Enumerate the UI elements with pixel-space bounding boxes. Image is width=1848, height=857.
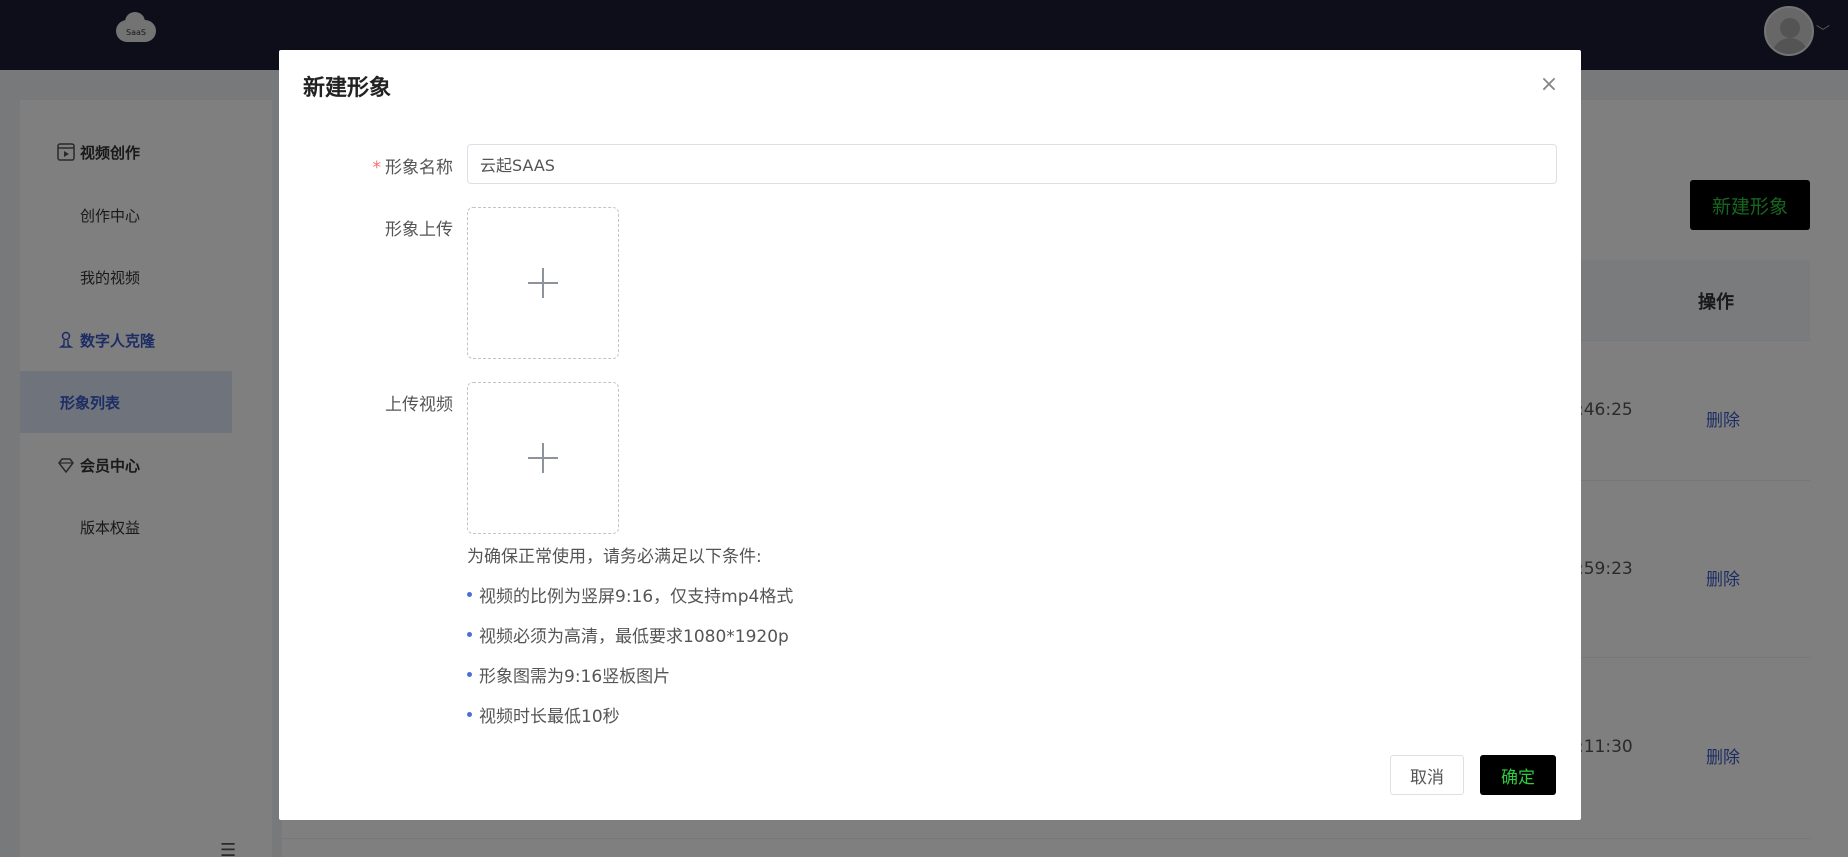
video-uploader[interactable] [467,382,619,534]
plus-icon [528,443,558,473]
new-avatar-dialog: 新建形象 × *形象名称 形象上传 上传视频 为确保正常使用，请务必满足以下条件… [279,50,1581,820]
requirement-text: 视频必须为高清，最低要求1080*1920p [479,627,789,647]
requirement-text: 视频时长最低10秒 [479,707,620,727]
requirement-item: 视频的比例为竖屏9:16，仅支持mp4格式 [467,582,793,607]
video-upload-label: 上传视频 [385,395,453,415]
image-upload-label: 形象上传 [385,220,453,240]
requirement-text: 形象图需为9:16竖板图片 [479,667,671,687]
bullet-dot-icon [467,592,472,597]
avatar-name-label: * 形象名称 [293,153,454,178]
requirement-item: 视频必须为高清，最低要求1080*1920p [467,622,789,647]
plus-icon [528,268,558,298]
bullet-dot-icon [467,632,472,637]
close-icon[interactable]: × [1537,72,1561,97]
confirm-button[interactable]: 确定 [1480,755,1556,795]
avatar-name-input[interactable] [467,144,1557,184]
requirement-item: 视频时长最低10秒 [467,702,620,727]
bullet-dot-icon [467,712,472,717]
requirement-text: 视频的比例为竖屏9:16，仅支持mp4格式 [479,587,794,607]
cancel-button[interactable]: 取消 [1390,755,1464,795]
avatar-name-label-text: 形象名称 [385,158,453,178]
required-mark: * [372,158,382,178]
image-uploader[interactable] [467,207,619,359]
requirement-item: 形象图需为9:16竖板图片 [467,662,670,687]
dialog-title: 新建形象 [303,76,392,101]
requirements-title: 为确保正常使用，请务必满足以下条件: [467,547,762,567]
bullet-dot-icon [467,672,472,677]
